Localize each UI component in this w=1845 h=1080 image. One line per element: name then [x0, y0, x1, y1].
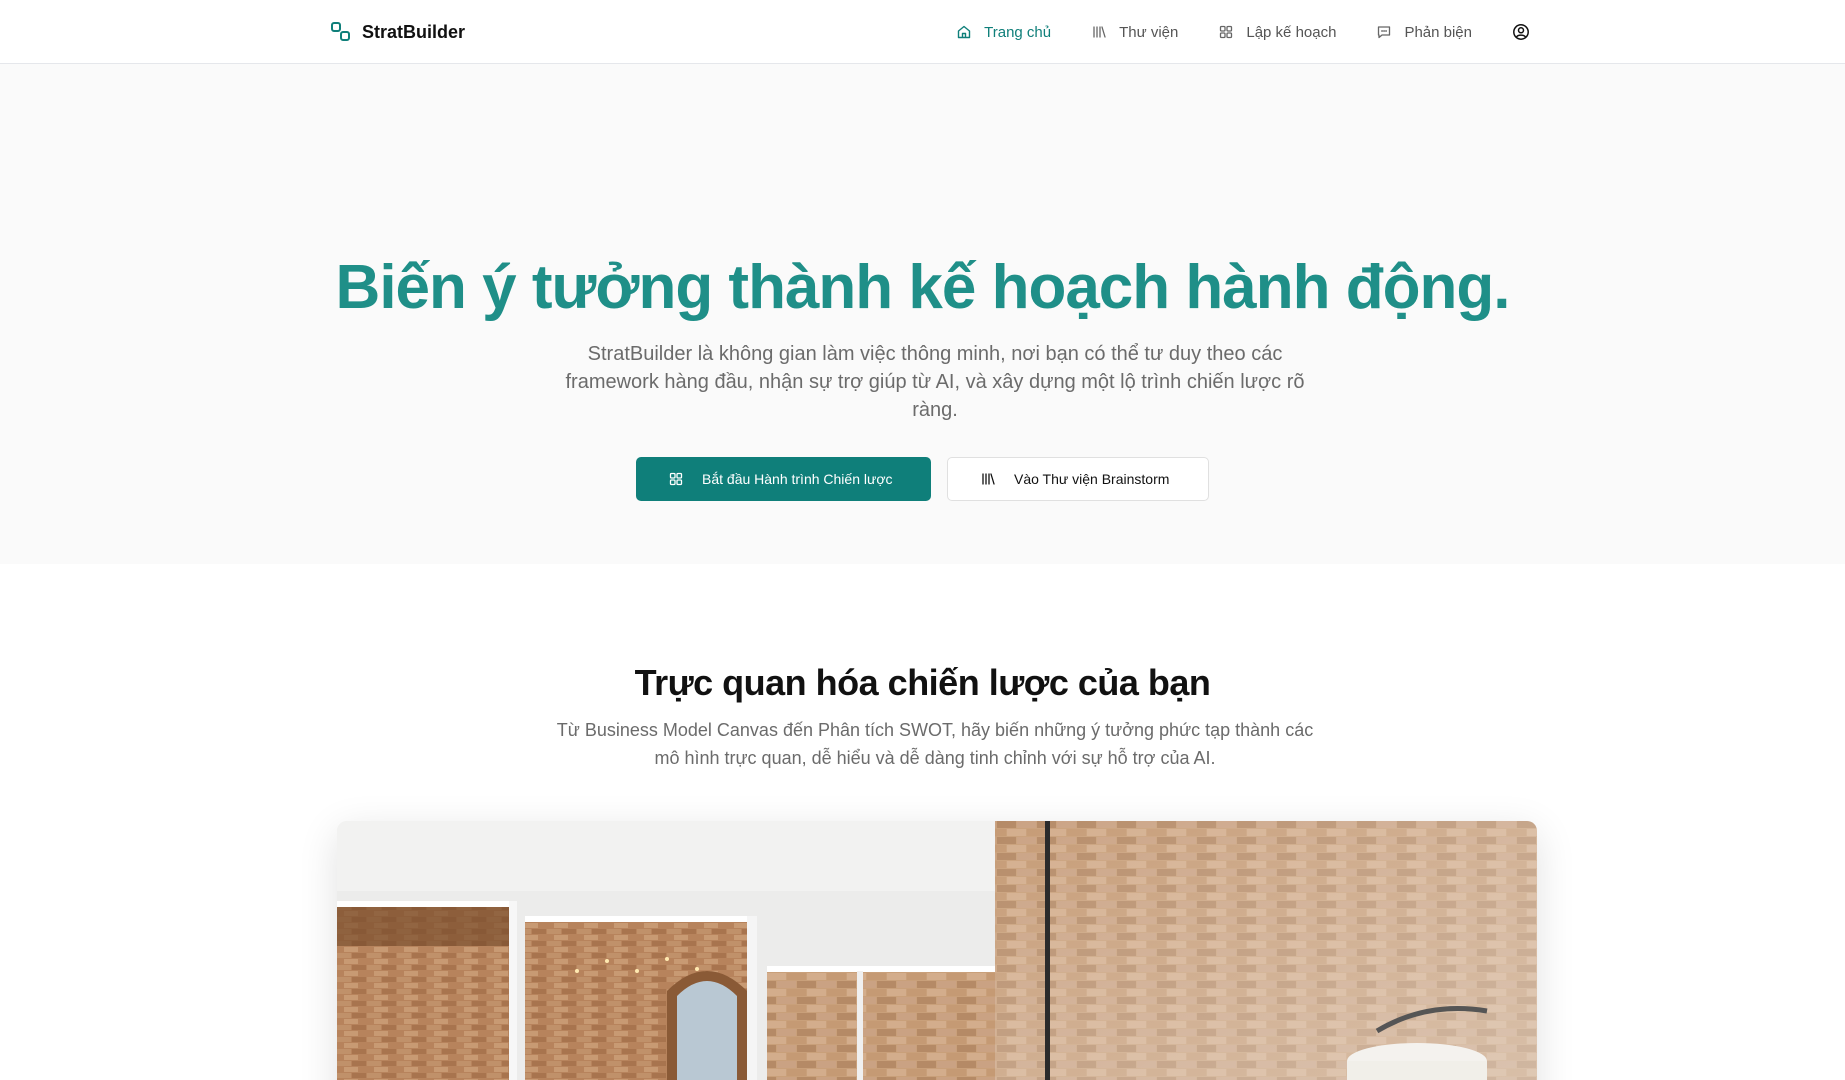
- home-icon: [956, 24, 972, 40]
- section-description: Từ Business Model Canvas đến Phân tích S…: [556, 720, 1314, 768]
- top-navbar: StratBuilder Trang chủ Thư viện Lập kế h…: [0, 0, 1845, 64]
- hero-actions: Bắt đầu Hành trình Chiến lược Vào Thư vi…: [0, 457, 1845, 501]
- nav-item-critique[interactable]: Phản biện: [1376, 24, 1472, 41]
- start-journey-button[interactable]: Bắt đầu Hành trình Chiến lược: [636, 457, 931, 501]
- nav-item-label: Lập kế hoạch: [1246, 23, 1337, 41]
- linked-squares-icon: [330, 21, 352, 43]
- showcase-image: [337, 821, 1537, 1080]
- grid-icon: [1218, 24, 1234, 40]
- nav-item-planning[interactable]: Lập kế hoạch: [1218, 24, 1336, 41]
- visualize-section: Trực quan hóa chiến lược của bạn Từ Busi…: [0, 564, 1845, 1080]
- library-icon: [980, 471, 996, 487]
- brand-name: StratBuilder: [362, 21, 466, 42]
- brainstorm-library-button[interactable]: Vào Thư viện Brainstorm: [947, 457, 1209, 501]
- main-nav: Trang chủ Thư viện Lập kế hoạch Phản biệ…: [956, 23, 1530, 41]
- nav-item-label: Phản biện: [1404, 23, 1472, 41]
- library-icon: [1091, 24, 1107, 40]
- user-circle-icon[interactable]: [1512, 23, 1530, 41]
- nav-item-label: Thư viện: [1119, 23, 1179, 41]
- hero-title: Biến ý tưởng thành kế hoạch hành động.: [335, 253, 1511, 322]
- message-icon: [1376, 24, 1392, 40]
- navbar-inner: StratBuilder Trang chủ Thư viện Lập kế h…: [330, 0, 1530, 64]
- hero-section: Biến ý tưởng thành kế hoạch hành động. S…: [0, 64, 1845, 564]
- brand-logo-link[interactable]: StratBuilder: [330, 21, 465, 43]
- nav-item-home[interactable]: Trang chủ: [956, 24, 1051, 41]
- brainstorm-library-label: Vào Thư viện Brainstorm: [1014, 471, 1170, 487]
- hero-description: StratBuilder là không gian làm việc thôn…: [565, 343, 1305, 421]
- grid-icon: [668, 471, 684, 487]
- office-photo: [337, 821, 1537, 1080]
- section-title: Trực quan hóa chiến lược của bạn: [634, 662, 1211, 703]
- nav-item-library[interactable]: Thư viện: [1091, 24, 1178, 41]
- start-journey-label: Bắt đầu Hành trình Chiến lược: [702, 471, 893, 487]
- nav-item-label: Trang chủ: [984, 23, 1052, 41]
